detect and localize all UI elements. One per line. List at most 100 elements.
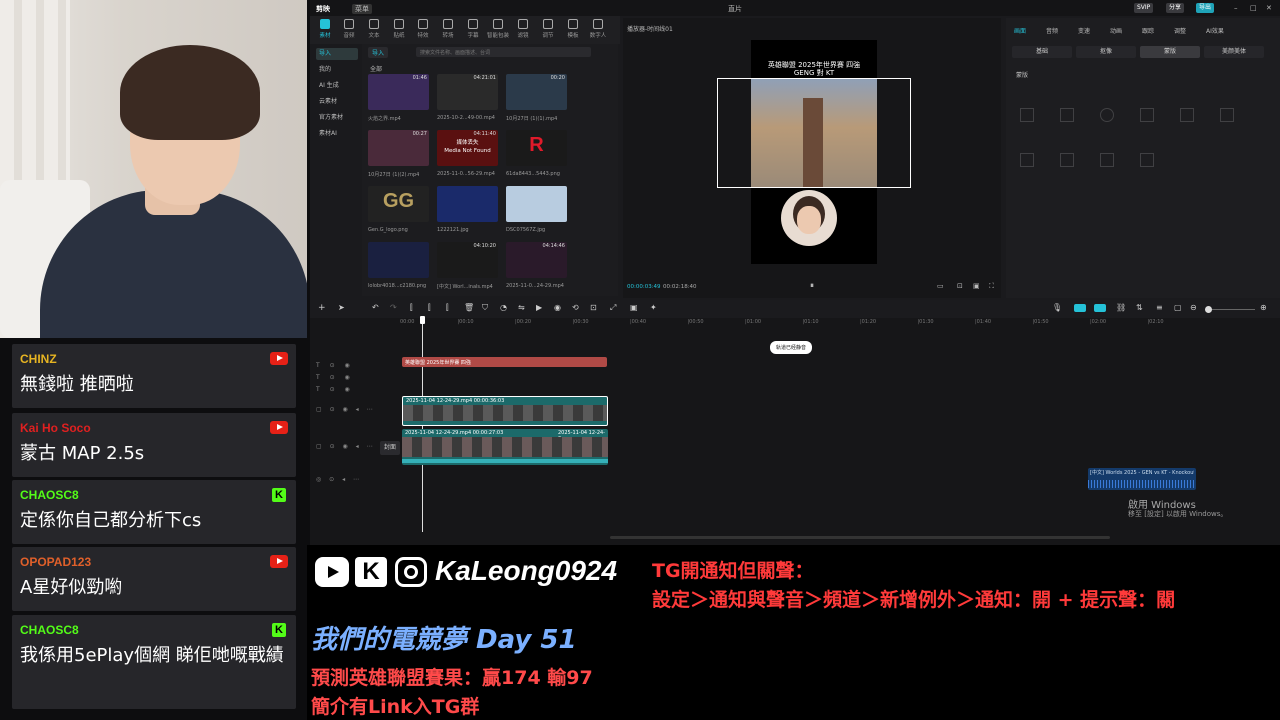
sidebar-item-ai[interactable]: AI 生成 xyxy=(316,80,358,92)
tool-sticker[interactable]: 贴纸 xyxy=(388,19,410,39)
media-search-input[interactable]: 搜索文件名称、画面描述、台词 xyxy=(416,47,591,57)
import-button[interactable]: 导入 xyxy=(368,47,389,58)
zoom-out-icon[interactable]: ⊖ xyxy=(1190,303,1197,312)
zoom-slider[interactable] xyxy=(1205,306,1255,313)
media-thumbnail[interactable] xyxy=(506,186,567,222)
tool-text[interactable]: 文本 xyxy=(363,19,385,39)
tool-template[interactable]: 模板 xyxy=(562,19,584,39)
svip-badge[interactable]: SVIP xyxy=(1134,3,1154,13)
fullscreen-icon[interactable]: ⛶ xyxy=(989,282,994,291)
props-tab[interactable]: 调整 xyxy=(1174,26,1186,35)
rotate-icon[interactable]: ⟲ xyxy=(572,303,579,312)
selection-frame[interactable] xyxy=(717,78,911,188)
speed-icon[interactable]: ◉ xyxy=(554,303,561,312)
media-thumbnail[interactable]: 媒体丢失 Media Not Found 04:11:40 xyxy=(437,130,498,166)
mask-shape-icon[interactable] xyxy=(1020,153,1034,167)
text-clip[interactable]: 英雄聯盟 2025年世界賽 四強 xyxy=(402,357,607,367)
share-button[interactable]: 分享 xyxy=(1166,3,1185,13)
undo-icon[interactable]: ↶ xyxy=(372,303,379,312)
props-tab[interactable]: AI效果 xyxy=(1206,26,1224,35)
tool-caption[interactable]: 字幕 xyxy=(462,19,484,39)
cursor-icon[interactable]: ➤ xyxy=(338,303,345,312)
sidebar-item-mine[interactable]: 我的 xyxy=(316,64,358,76)
split-left-icon[interactable]: ⫿ xyxy=(428,303,431,313)
freeze-icon[interactable]: ⛉ xyxy=(482,303,488,313)
crop-tool-icon[interactable]: ⊡ xyxy=(590,303,597,312)
sidebar-item-cloud[interactable]: 云素材 xyxy=(316,96,358,108)
tool-transition[interactable]: 转场 xyxy=(437,19,459,39)
crop-icon[interactable]: ⊡ xyxy=(957,282,963,290)
props-tab[interactable]: 动画 xyxy=(1110,26,1122,35)
sidebar-item-official[interactable]: 官方素材 xyxy=(316,112,358,124)
quality-icon[interactable]: ▣ xyxy=(973,282,980,290)
props-subtab[interactable]: 抠像 xyxy=(1076,46,1136,58)
tool-adjust[interactable]: 调节 xyxy=(537,19,559,39)
track-icon[interactable]: ≡ xyxy=(1156,303,1163,312)
zoom-in-icon[interactable]: ⊕ xyxy=(1260,303,1267,312)
timeline-scrollbar[interactable] xyxy=(610,536,1110,539)
media-thumbnail[interactable] xyxy=(368,242,429,278)
mask-shape-icon[interactable] xyxy=(1140,153,1154,167)
image-icon[interactable]: ▣ xyxy=(630,303,638,312)
redo-icon[interactable]: ↷ xyxy=(390,303,397,312)
media-thumbnail[interactable] xyxy=(437,186,498,222)
delete-icon[interactable]: 🗑 xyxy=(464,303,474,312)
media-thumbnail[interactable]: 04:21:01 xyxy=(437,74,498,110)
zoom-slider-thumb[interactable] xyxy=(1205,306,1212,313)
playhead-handle[interactable] xyxy=(420,316,425,324)
ai-icon[interactable]: ✦ xyxy=(650,303,657,312)
split-icon[interactable]: ⫿ xyxy=(410,303,413,313)
props-subtab[interactable]: 蒙版 xyxy=(1140,46,1200,58)
media-thumbnail[interactable]: 00:27 xyxy=(368,130,429,166)
media-thumbnail[interactable]: 01:46 xyxy=(368,74,429,110)
ratio-icon[interactable]: ▭ xyxy=(937,282,944,290)
media-thumbnail[interactable]: 04:10:20 xyxy=(437,242,498,278)
comment-icon[interactable]: ▢ xyxy=(1174,303,1182,312)
props-subtab[interactable]: 基础 xyxy=(1012,46,1072,58)
maximize-icon[interactable]: □ xyxy=(1250,4,1257,12)
mask-shape-icon[interactable] xyxy=(1140,108,1154,122)
media-thumbnail[interactable]: GG xyxy=(368,186,429,222)
tool-audio[interactable]: 音频 xyxy=(338,19,360,39)
mask-shape-icon[interactable] xyxy=(1100,108,1114,122)
cover-button[interactable]: 封面 xyxy=(380,441,400,455)
mask-shape-icon[interactable] xyxy=(1020,108,1034,122)
props-subtab[interactable]: 美颜美体 xyxy=(1204,46,1264,58)
close-icon[interactable]: ✕ xyxy=(1266,4,1272,12)
props-tab[interactable]: 音频 xyxy=(1046,26,1058,35)
preview-axis-icon[interactable]: ⇅ xyxy=(1136,303,1143,312)
mirror-icon[interactable]: ⇋ xyxy=(518,303,525,312)
play-range-icon[interactable]: ▶ xyxy=(536,303,542,312)
media-thumbnail[interactable]: R xyxy=(506,130,567,166)
tool-media[interactable]: 素材 xyxy=(314,19,336,39)
sidebar-item-import[interactable]: 导入 xyxy=(316,48,358,60)
video-track-controls[interactable]: ▢ ⊙ ◉ ◂ ⋯ xyxy=(316,406,376,413)
video-clip-main[interactable]: 2025-11-04 12-24-29.mp4 00:00:27:03 2025… xyxy=(402,429,608,465)
link-toggle[interactable] xyxy=(1074,304,1086,312)
tool-avatar[interactable]: 数字人 xyxy=(587,19,609,39)
split-right-icon[interactable]: ⫿ xyxy=(446,303,449,313)
main-track-controls[interactable]: ▢ ⊙ ◉ ◂ ⋯ xyxy=(316,443,376,450)
mask-shape-icon[interactable] xyxy=(1180,108,1194,122)
mask-shape-icon[interactable] xyxy=(1100,153,1114,167)
snap-toggle[interactable] xyxy=(1094,304,1106,312)
mic-icon[interactable]: 🎙 xyxy=(1052,303,1062,312)
audio-clip[interactable]: [中文] Worlds 2025 - GEN vs KT - Knockout xyxy=(1088,468,1196,490)
text-track-controls[interactable]: T ⊙ ◉ T ⊙ ◉ T ⊙ ◉ xyxy=(316,360,354,396)
props-tab[interactable]: 跟踪 xyxy=(1142,26,1154,35)
minimize-icon[interactable]: – xyxy=(1234,4,1238,12)
tool-filter[interactable]: 滤镜 xyxy=(512,19,534,39)
pause-icon[interactable]: ⏸ xyxy=(810,281,814,291)
mask-shape-icon[interactable] xyxy=(1060,153,1074,167)
mask-shape-icon[interactable] xyxy=(1060,108,1074,122)
filter-all[interactable]: 全部 xyxy=(370,64,382,73)
video-clip-overlay[interactable]: 2025-11-04 12-24-29.mp4 00:00:36:03 xyxy=(402,396,608,426)
sidebar-item-material-ai[interactable]: 素材AI xyxy=(316,128,358,140)
props-tab[interactable]: 画面 xyxy=(1014,26,1026,35)
mask-shape-icon[interactable] xyxy=(1220,108,1234,122)
props-tab[interactable]: 变速 xyxy=(1078,26,1090,35)
audio-track-controls[interactable]: ◎ ⊙ ◂ ⋯ xyxy=(316,476,362,483)
link-icon[interactable]: ⛓ xyxy=(1116,303,1126,312)
tool-smart-pack[interactable]: 智能包装 xyxy=(487,19,509,39)
menu-button[interactable]: 菜单 xyxy=(352,4,372,14)
